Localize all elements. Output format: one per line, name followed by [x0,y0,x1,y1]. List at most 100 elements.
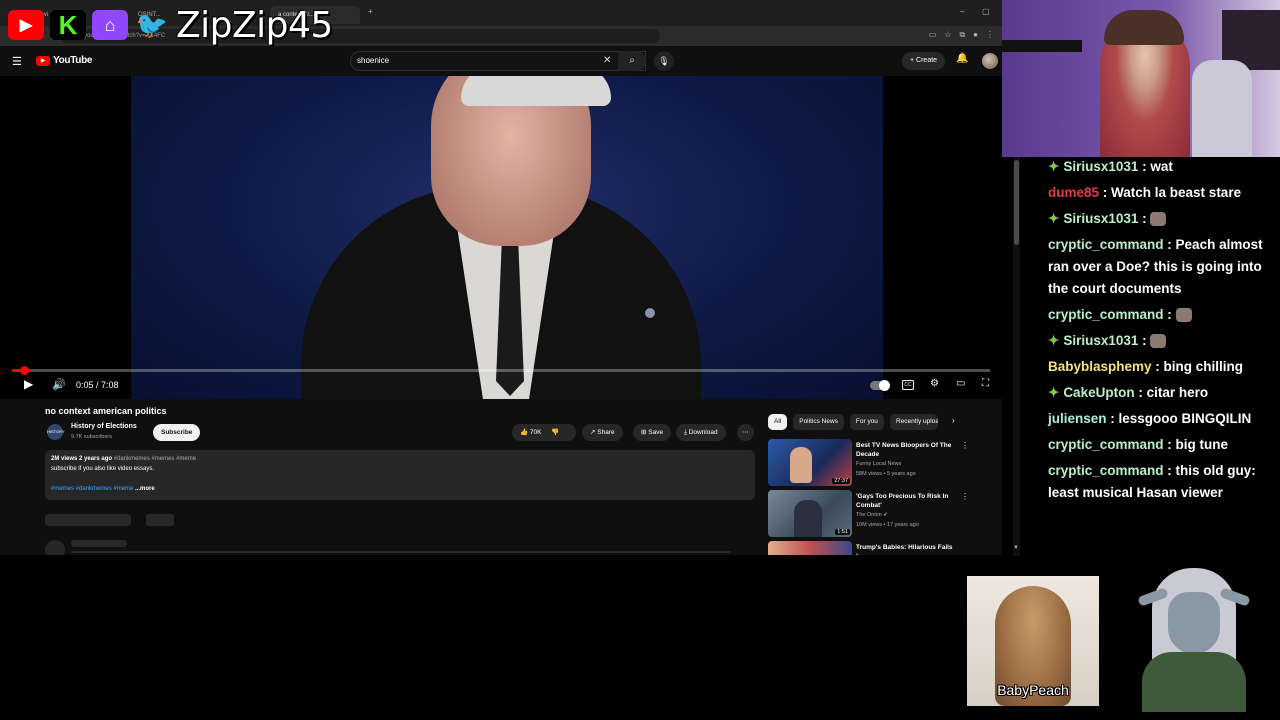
create-button[interactable]: + Create [902,52,946,70]
chat-message: cryptic_command : [1048,304,1272,326]
chat-username[interactable]: Siriusx1031 [1063,211,1138,226]
chip-recently-uploaded[interactable]: Recently uploa [889,414,938,430]
browser-window: Home / Twi OSINT... a contest ar... + – … [0,0,1002,555]
verified-icon: ✔ [883,512,888,518]
progress-bar[interactable] [12,369,990,372]
chat-username[interactable]: cryptic_command [1048,237,1164,252]
vtuber-avatar [1137,562,1251,712]
kick-icon: K [50,10,86,40]
video-thumbnail[interactable]: 27:37 [768,439,852,486]
chevron-right-icon[interactable]: › [952,416,955,425]
notifications-bell-icon[interactable]: 🔔 [956,53,968,64]
recommendation-title[interactable]: Trump's Babies: Hilarious Fails | [856,543,956,555]
fullscreen-icon[interactable]: ⛶ [982,378,989,389]
settings-gear-icon[interactable]: ⚙ [930,378,939,389]
hashtag-links[interactable]: #memes #dankmemes #meme [51,486,133,492]
subscribe-button[interactable]: Subscribe [153,424,201,441]
recommendation-item[interactable]: Trump's Babies: Hilarious Fails | [768,541,978,555]
description-text: subscribe if you also like video essays. [51,466,155,472]
vtuber-body [1142,652,1246,712]
recommendation-item[interactable]: 27:37 Best TV News Bloopers Of The Decad… [768,439,978,487]
chat-username[interactable]: cryptic_command [1048,463,1164,478]
search-button[interactable]: ⌕ [618,51,646,71]
chat-message: ✦ CakeUpton : citar hero [1048,385,1209,400]
dislike-icon[interactable]: 👎 [551,429,559,436]
new-tab-icon[interactable]: + [368,7,373,16]
guest-webcam: BabyPeach [967,576,1099,706]
video-thumbnail[interactable]: 1:51 [768,490,852,537]
recommendation-channel[interactable]: Funny Local News [856,461,901,467]
save-label: Save [648,429,664,436]
recommendation-title[interactable]: 'Gays Too Precious To Risk In Combat' [856,492,956,510]
chat-username[interactable]: cryptic_command [1048,437,1164,452]
chat-username[interactable]: dume85 [1048,185,1099,200]
channel-avatar[interactable]: HISTORY [47,424,65,440]
youtube-header: ☰ ▶ YouTube shoenice ✕ ⌕ 🎙 + Create 🔔 [0,46,1002,76]
guest-name-label: BabyPeach [997,682,1069,698]
autoplay-toggle[interactable] [870,380,890,391]
chat-username[interactable]: Babyblasphemy [1048,359,1152,374]
chat-username[interactable]: Siriusx1031 [1063,159,1138,174]
recommendation-channel[interactable]: The Onion ✔ [856,512,888,518]
save-icon: ⊞ [641,429,647,436]
video-player[interactable]: ▶ 🔊 0:05 / 7:08 CC ⚙ ▭ ⛶ [0,76,1002,399]
description-meta: 2M views 2 years ago #dankmemes #memes #… [51,456,196,462]
volume-icon[interactable]: 🔊 [52,378,66,391]
extensions-icon[interactable]: ⧉ [959,30,965,40]
loading-placeholder [146,514,174,526]
like-count[interactable]: 70K [530,429,542,436]
filter-chips: All Politics News For you Recently uploa [768,414,938,430]
video-subject-pin [645,308,655,318]
download-button[interactable]: ⤓ Download [676,424,726,441]
webcam-keyboard-stand [1002,40,1082,52]
scrollbar-thumb[interactable] [1014,160,1019,245]
recommendation-stats: 10M views • 17 years ago [856,522,919,528]
menu-dots-icon[interactable]: ⋮ [986,30,994,40]
more-options-icon[interactable]: ⋮ [961,441,969,450]
chat-username[interactable]: Siriusx1031 [1063,333,1138,348]
like-dislike-group: 👍 70K 👎 [512,424,576,441]
scroll-down-arrow-icon[interactable]: ▼ [1013,545,1019,551]
chat-username[interactable]: cryptic_command [1048,307,1164,322]
hamburger-menu-icon[interactable]: ☰ [12,55,22,68]
like-icon[interactable]: 👍 [520,429,528,436]
clear-search-icon[interactable]: ✕ [603,55,611,66]
chip-politics-news[interactable]: Politics News [793,414,844,430]
theater-mode-icon[interactable]: ▭ [956,378,965,389]
cast-icon[interactable]: ▭ [929,30,937,40]
youtube-logo[interactable]: ▶ YouTube [36,55,93,66]
more-link[interactable]: ...more [135,486,155,492]
maximize-icon[interactable]: ▢ [982,7,990,16]
account-avatar[interactable] [982,53,998,69]
player-controls: ▶ 🔊 0:05 / 7:08 CC ⚙ ▭ ⛶ [0,376,1002,396]
minimize-icon[interactable]: – [960,7,964,16]
chat-message: ✦ Siriusx1031 : wat [1048,159,1173,174]
more-options-icon[interactable]: ⋮ [961,492,969,501]
bookmark-star-icon[interactable]: ☆ [944,30,951,40]
chat-emote [1175,308,1192,323]
chat-username[interactable]: CakeUpton [1063,385,1134,400]
recommendation-title[interactable]: Best TV News Bloopers Of The Decade [856,441,956,459]
chip-for-you[interactable]: For you [849,414,884,430]
search-value: shoenice [357,56,390,65]
more-actions-button[interactable]: ⋯ [737,424,754,441]
chat-username[interactable]: juliensen [1048,411,1107,426]
video-thumbnail[interactable] [768,541,852,555]
streamer-socials-overlay: ▶ K ⌂ 🐦 ZipZip45 [0,0,333,50]
captions-icon[interactable]: CC [902,380,914,390]
progress-scrubber[interactable] [20,366,29,375]
share-button[interactable]: ↗ Share [582,424,623,441]
channel-name[interactable]: History of Elections [71,423,137,430]
profile-icon[interactable]: ● [973,30,978,40]
chat-badge-icon: ✦ [1048,159,1060,174]
recommendation-item[interactable]: 1:51 'Gays Too Precious To Risk In Comba… [768,490,978,538]
voice-search-button[interactable]: 🎙 [654,51,674,71]
save-button[interactable]: ⊞ Save [633,424,672,441]
play-icon[interactable]: ▶ [24,377,33,391]
description-box[interactable]: 2M views 2 years ago #dankmemes #memes #… [45,450,755,500]
chat-message: ✦ Siriusx1031 : [1048,208,1272,230]
search-input[interactable]: shoenice ✕ [350,51,646,71]
meta-hashtags: #dankmemes #memes #meme [113,456,197,462]
thumbnail-person [794,500,822,537]
chip-all[interactable]: All [768,414,788,430]
